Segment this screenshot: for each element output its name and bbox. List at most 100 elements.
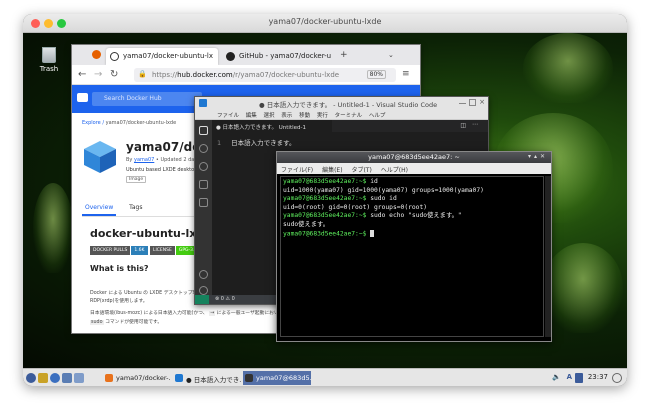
explorer-icon[interactable] [199, 126, 208, 135]
problems-status[interactable]: ⊗ 0 ⚠ 0 [215, 296, 235, 302]
window-title: yama07/docker-ubuntu-lxde [268, 17, 382, 26]
mac-title-bar[interactable]: yama07/docker-ubuntu-lxde [23, 14, 627, 33]
browser-launcher-icon[interactable] [50, 373, 60, 383]
lock-icon: 🔒 [138, 70, 147, 78]
breadcrumb-explore[interactable]: Explore [82, 120, 101, 126]
jellyfish-decoration [523, 33, 613, 103]
reload-icon[interactable]: ↻ [110, 69, 118, 80]
terminal-line: yama07@683d5ee42ae7:~$ [283, 229, 541, 239]
repo-owner-link[interactable]: yama07 [134, 157, 154, 163]
split-editor-icon[interactable]: ◫ [460, 122, 466, 129]
terminal-line: yama07@683d5ee42ae7:~$ id [283, 178, 378, 185]
account-icon[interactable] [199, 270, 208, 279]
trash-icon [42, 47, 56, 63]
editor-tabs: ● 日本語入力できます。 Untitled-1 ◫ ⋯ [212, 120, 488, 132]
desktop: Trash yama07/docker-ubuntu-lx GitHub - y… [23, 33, 627, 368]
tab-strip: yama07/docker-ubuntu-lx GitHub - yama07/… [72, 45, 420, 65]
menu-run[interactable]: 実行 [317, 113, 328, 119]
line-number: 1 [217, 139, 222, 147]
forward-icon[interactable]: → [94, 69, 102, 80]
tab-overview[interactable]: Overview [82, 204, 117, 216]
remote-icon[interactable] [195, 295, 209, 304]
gear-icon[interactable] [199, 286, 208, 295]
task-vscode[interactable]: ● 日本語入力でき... [173, 371, 241, 385]
zoom-level[interactable]: 80% [366, 70, 386, 79]
editor-line[interactable]: 1 日本語入力できます。 [217, 137, 296, 147]
list-all-tabs-icon[interactable]: ⌄ [388, 51, 394, 59]
menu-tabs[interactable]: タブ(T) [351, 167, 371, 174]
keyboard-icon[interactable] [575, 373, 583, 383]
jellyfish-decoration [33, 183, 73, 273]
sudo-code: sudo [90, 320, 104, 325]
scrollbar[interactable] [545, 176, 551, 337]
menu-file[interactable]: ファイル [217, 113, 239, 119]
vscode-menu-bar: ファイル 編集 選択 表示 移動 実行 ターミナル ヘルプ [195, 110, 488, 120]
taskbar: yama07/docker-... ● 日本語入力でき... yama07@68… [23, 368, 627, 386]
terminal-output[interactable]: yama07@683d5ee42ae7:~$ id uid=1000(yama0… [280, 176, 544, 337]
badge-pulls-count[interactable]: 1.6K [131, 246, 148, 255]
what-heading: What is this? [90, 264, 149, 273]
source-control-icon[interactable] [199, 162, 208, 171]
tab-github[interactable]: GitHub - yama07/docker-u [222, 48, 332, 65]
tab-tags[interactable]: Tags [126, 204, 145, 214]
badge-license[interactable]: LICENSE [149, 246, 175, 255]
tab-untitled[interactable]: ● 日本語入力できます。 Untitled-1 [212, 120, 332, 132]
close-icon[interactable]: × [479, 98, 485, 106]
firefox-view-icon[interactable] [92, 50, 101, 59]
activity-bar [195, 120, 212, 304]
trash-desktop-icon[interactable]: Trash [34, 47, 64, 73]
badge-docker-pulls[interactable]: DOCKER PULLS [90, 246, 131, 255]
menu-edit[interactable]: 編集(E) [322, 167, 342, 174]
start-menu-icon[interactable] [26, 373, 36, 383]
vscode-logo-icon [199, 99, 207, 107]
menu-view[interactable]: 表示 [281, 113, 292, 119]
repository-cube-icon [84, 141, 116, 173]
terminal-line: sudo使えます。 [283, 220, 330, 228]
search-icon[interactable] [199, 144, 208, 153]
volume-icon[interactable]: 🔈 [552, 373, 561, 381]
tab-docker-hub[interactable]: yama07/docker-ubuntu-lx [106, 48, 218, 65]
readme-paragraph: 日本語環境(ibus-mozc) による日本語入力可能(かつ、 → による一般ユ… [90, 311, 284, 316]
logout-icon[interactable] [612, 373, 622, 383]
menu-terminal[interactable]: ターミナル [335, 113, 363, 119]
terminal-cursor [370, 229, 375, 237]
task-terminal[interactable]: yama07@683d5... [243, 371, 311, 385]
terminal-line: uid=1000(yama07) gid=1000(yama07) groups… [283, 186, 484, 194]
github-favicon-icon [226, 52, 235, 61]
jellyfish-decoration [543, 243, 623, 333]
terminal-title-bar[interactable]: yama07@683d5ee42ae7: ~ ▾▴✕ [277, 152, 551, 163]
readme-paragraph: sudo コマンドが使用可能です。 [90, 320, 163, 325]
search-input[interactable]: Search Docker Hub [92, 92, 202, 106]
menu-help[interactable]: ヘルプ(H) [381, 167, 408, 174]
minimize-icon[interactable] [459, 99, 466, 104]
window-controls[interactable]: ▾▴✕ [528, 153, 548, 160]
terminal-window: yama07@683d5ee42ae7: ~ ▾▴✕ ファイル(F) 編集(E)… [276, 151, 552, 342]
file-manager-icon[interactable] [38, 373, 48, 383]
vscode-title-bar[interactable]: ● 日本語入力できます。 - Untitled-1 - Visual Studi… [195, 97, 488, 110]
clock[interactable]: 23:37 [588, 373, 608, 381]
vscode-icon [175, 374, 183, 382]
repo-tabs: Overview Tags [82, 204, 153, 216]
menu-selection[interactable]: 選択 [264, 113, 275, 119]
extensions-icon[interactable] [199, 198, 208, 207]
show-desktop-icon[interactable] [62, 373, 72, 383]
menu-icon[interactable]: ≡ [402, 69, 410, 79]
breadcrumb-repo[interactable]: yama07/docker-ubuntu-lxde [106, 120, 177, 126]
workspace-icon[interactable] [74, 373, 84, 383]
more-actions-icon[interactable]: ⋯ [472, 121, 478, 128]
menu-go[interactable]: 移動 [299, 113, 310, 119]
menu-file[interactable]: ファイル(F) [281, 167, 313, 174]
url-bar[interactable]: 🔒 https://hub.docker.com/r/yama07/docker… [134, 68, 396, 82]
task-firefox[interactable]: yama07/docker-... [103, 371, 171, 385]
menu-help[interactable]: ヘルプ [369, 113, 386, 119]
new-tab-button[interactable]: + [340, 50, 348, 60]
run-debug-icon[interactable] [199, 180, 208, 189]
terminal-title: yama07@683d5ee42ae7: ~ [368, 153, 460, 161]
terminal-menu-bar: ファイル(F) 編集(E) タブ(T) ヘルプ(H) [277, 163, 551, 174]
docker-logo-icon [77, 93, 88, 102]
back-icon[interactable]: ← [78, 69, 86, 80]
input-method-indicator[interactable]: A [567, 373, 572, 381]
maximize-icon[interactable] [469, 99, 476, 106]
navigation-toolbar: ← → ↻ 🔒 https://hub.docker.com/r/yama07/… [72, 65, 420, 85]
menu-edit[interactable]: 編集 [246, 113, 257, 119]
